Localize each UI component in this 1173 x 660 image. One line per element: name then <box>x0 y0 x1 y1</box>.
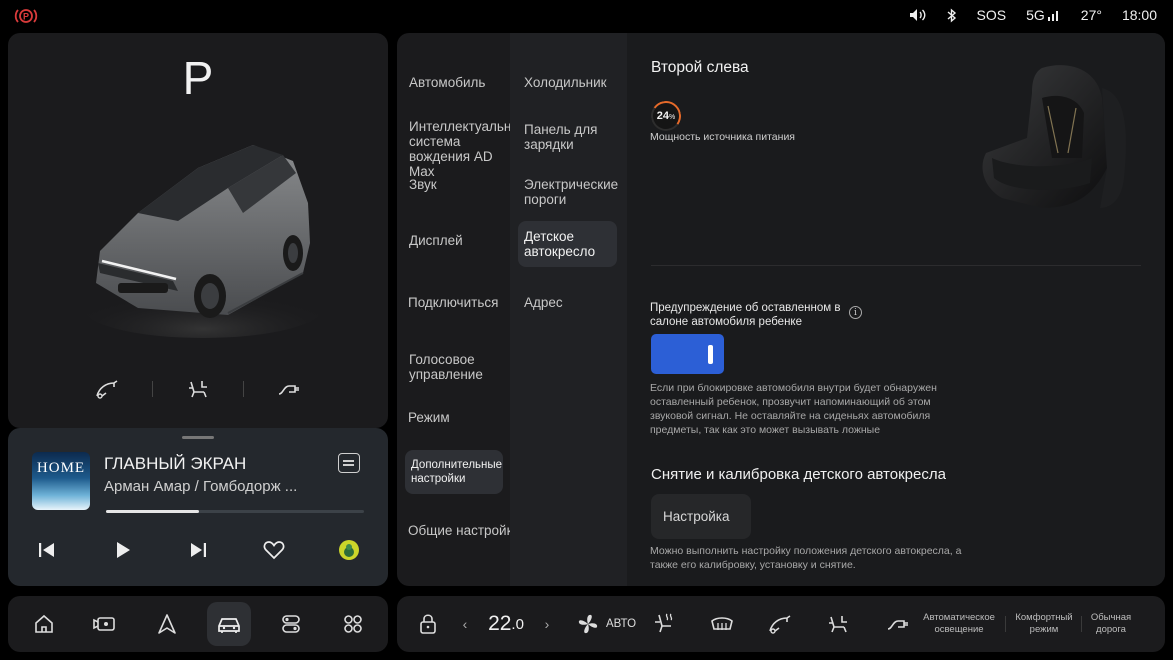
power-source-label: Мощность источника питания <box>650 131 795 143</box>
fan-mode-label: АВТО <box>605 618 637 630</box>
clock: 18:00 <box>1121 7 1157 23</box>
parking-brake-icon: P <box>14 7 38 25</box>
calibration-title: Снятие и калибровка детского автокресла <box>651 466 946 483</box>
vehicle-panel: P <box>8 33 388 428</box>
media-player: HOME ГЛАВНЫЙ ЭКРАН Арман Амар / Гомбодор… <box>8 428 388 586</box>
menu-item-mode[interactable]: Режим <box>408 410 508 425</box>
fan-icon <box>578 614 598 634</box>
climate-bar: ‹ 22.0 › АВТО Автоматическое освещение К… <box>397 596 1165 652</box>
comfort-mode-button[interactable]: Комфортный режим <box>1009 596 1079 652</box>
navigation-icon[interactable] <box>145 602 189 646</box>
app-dock <box>8 596 388 652</box>
temperature-display[interactable]: 22.0 <box>481 596 531 652</box>
seat-heating-icon[interactable] <box>649 596 679 652</box>
progress-fill <box>106 510 199 513</box>
submenu-item-power-steps[interactable]: Электрические пороги <box>524 177 624 207</box>
temp-increase-icon[interactable]: › <box>539 596 555 652</box>
child-warning-toggle[interactable] <box>651 334 724 374</box>
lyrics-icon[interactable] <box>338 453 360 473</box>
battery-indicator: 24% <box>648 98 684 134</box>
power-outlet-icon[interactable] <box>244 378 334 400</box>
child-seat-settings: Второй слева 24% Мощность источника пита… <box>627 33 1165 586</box>
settings-toggle-icon[interactable] <box>269 602 313 646</box>
info-icon[interactable]: i <box>849 306 862 319</box>
submenu-item-fridge[interactable]: Холодильник <box>524 75 624 90</box>
child-warning-description: Если при блокировке автомобиля внутри бу… <box>650 382 937 436</box>
fan-auto-button[interactable]: АВТО <box>571 596 641 652</box>
svg-text:P: P <box>23 12 29 22</box>
rear-seat-climate-icon[interactable] <box>823 596 853 652</box>
battery-value: 24 <box>656 110 669 122</box>
charge-port-climate-icon[interactable] <box>765 596 795 652</box>
settings-panel: Автомобиль Интеллектуальная система вожд… <box>397 33 1165 586</box>
menu-item-additional[interactable]: Дополнительные настройки <box>405 450 503 494</box>
quick-controls <box>8 371 388 407</box>
menu-item-voice[interactable]: Голосовое управление <box>409 352 505 382</box>
track-artist: Арман Амар / Гомбодорж ... <box>104 478 298 495</box>
calibration-settings-button[interactable]: Настройка <box>651 494 751 539</box>
settings-menu-primary: Автомобиль Интеллектуальная система вожд… <box>397 33 526 586</box>
submenu-item-child-seat[interactable]: Детское автокресло <box>518 221 617 267</box>
power-outlet-climate-icon[interactable] <box>883 596 913 652</box>
bluetooth-icon[interactable] <box>947 7 957 23</box>
lock-icon[interactable] <box>415 596 441 652</box>
battery-unit: % <box>669 114 676 121</box>
auto-lighting-button[interactable]: Автоматическое освещение <box>917 596 1001 652</box>
track-title: ГЛАВНЫЙ ЭКРАН <box>104 454 247 473</box>
outside-temperature: 27° <box>1080 7 1102 23</box>
album-cover-text: HOME <box>36 460 86 476</box>
toggle-knob <box>708 345 713 364</box>
network-indicator: 5G <box>1026 7 1061 23</box>
submenu-item-address[interactable]: Адрес <box>524 295 614 310</box>
temp-decimal: .0 <box>511 615 524 633</box>
album-cover[interactable]: HOME <box>32 452 90 510</box>
normal-road-button[interactable]: Обычная дорога <box>1085 596 1137 652</box>
gear-indicator: P <box>182 52 214 104</box>
assistant-avatar-icon[interactable] <box>335 536 363 564</box>
car-image[interactable] <box>78 133 328 353</box>
menu-item-vehicle[interactable]: Автомобиль <box>409 75 509 90</box>
rear-defrost-icon[interactable] <box>707 596 737 652</box>
settings-menu-secondary: Холодильник Панель для зарядки Электриче… <box>510 33 627 586</box>
divider <box>1005 616 1006 632</box>
playback-controls <box>8 536 388 564</box>
menu-item-connect[interactable]: Подключиться <box>408 295 508 310</box>
child-warning-title: Предупреждение об оставленном в салоне а… <box>650 302 841 328</box>
rear-seat-icon[interactable] <box>153 378 243 400</box>
temp-decrease-icon[interactable]: ‹ <box>457 596 473 652</box>
seat-position-title: Второй слева <box>651 59 749 76</box>
car-icon[interactable] <box>207 602 251 646</box>
calibration-description: Можно выполнить настройку положения детс… <box>650 545 962 571</box>
child-seat-image <box>972 58 1142 228</box>
submenu-item-charging-pad[interactable]: Панель для зарядки <box>524 122 614 152</box>
divider <box>1081 616 1082 632</box>
volume-icon[interactable] <box>909 8 927 22</box>
sos-button[interactable]: SOS <box>977 7 1007 23</box>
next-track-icon[interactable] <box>184 536 212 564</box>
camera-icon[interactable] <box>83 602 127 646</box>
favorite-heart-icon[interactable] <box>260 536 288 564</box>
temp-integer: 22 <box>488 612 512 635</box>
previous-track-icon[interactable] <box>33 536 61 564</box>
menu-item-display[interactable]: Дисплей <box>409 233 509 248</box>
menu-item-ad-max[interactable]: Интеллектуальная система вождения AD Max <box>409 119 526 179</box>
network-label: 5G <box>1026 7 1045 23</box>
section-divider <box>651 265 1141 266</box>
play-icon[interactable] <box>109 536 137 564</box>
home-icon[interactable] <box>22 602 66 646</box>
menu-item-sound[interactable]: Звук <box>409 177 509 192</box>
drag-handle[interactable] <box>182 436 214 439</box>
playback-progress[interactable] <box>106 510 364 513</box>
status-bar: P SOS 5G 27° 18:00 <box>0 0 1173 32</box>
apps-grid-icon[interactable] <box>331 602 375 646</box>
signal-icon <box>1047 11 1058 21</box>
charge-port-icon[interactable] <box>62 378 152 400</box>
